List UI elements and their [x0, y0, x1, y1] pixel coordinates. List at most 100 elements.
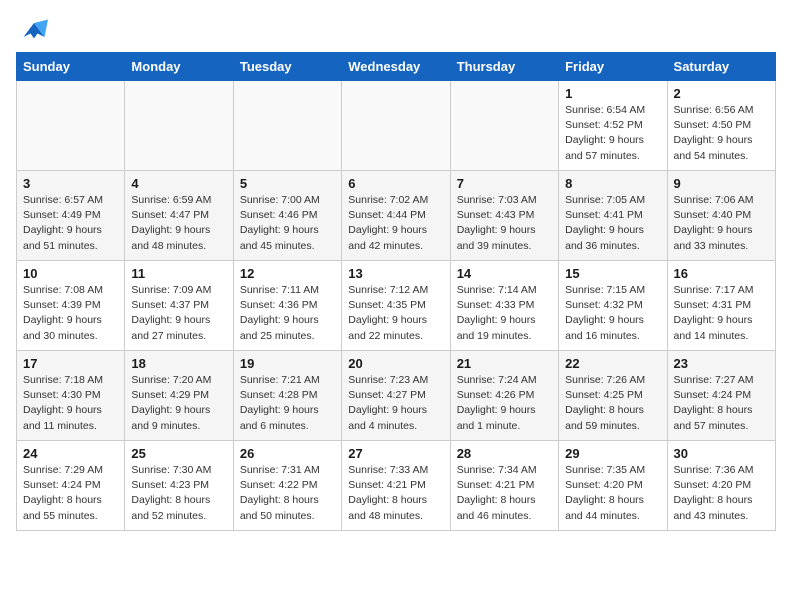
day-info: Sunrise: 6:56 AM Sunset: 4:50 PM Dayligh… [674, 103, 769, 164]
day-info: Sunrise: 7:30 AM Sunset: 4:23 PM Dayligh… [131, 463, 226, 524]
day-info: Sunrise: 7:24 AM Sunset: 4:26 PM Dayligh… [457, 373, 552, 434]
day-info: Sunrise: 7:06 AM Sunset: 4:40 PM Dayligh… [674, 193, 769, 254]
day-info: Sunrise: 7:35 AM Sunset: 4:20 PM Dayligh… [565, 463, 660, 524]
day-number: 3 [23, 176, 118, 191]
day-info: Sunrise: 7:02 AM Sunset: 4:44 PM Dayligh… [348, 193, 443, 254]
day-info: Sunrise: 7:27 AM Sunset: 4:24 PM Dayligh… [674, 373, 769, 434]
day-number: 12 [240, 266, 335, 281]
day-cell: 22Sunrise: 7:26 AM Sunset: 4:25 PM Dayli… [559, 351, 667, 441]
day-number: 15 [565, 266, 660, 281]
day-info: Sunrise: 7:29 AM Sunset: 4:24 PM Dayligh… [23, 463, 118, 524]
calendar-table: SundayMondayTuesdayWednesdayThursdayFrid… [16, 52, 776, 531]
day-number: 11 [131, 266, 226, 281]
day-cell [125, 81, 233, 171]
day-info: Sunrise: 7:09 AM Sunset: 4:37 PM Dayligh… [131, 283, 226, 344]
day-cell: 18 Sunrise: 7:20 AM Sunset: 4:29 PM Dayli… [125, 351, 233, 441]
day-info: Sunrise: 7:31 AM Sunset: 4:22 PM Dayligh… [240, 463, 335, 524]
day-number: 13 [348, 266, 443, 281]
col-header-saturday: Saturday [667, 53, 775, 81]
day-number: 2 [674, 86, 769, 101]
day-number: 21 [457, 356, 552, 371]
day-number: 1 [565, 86, 660, 101]
header-row: SundayMondayTuesdayWednesdayThursdayFrid… [17, 53, 776, 81]
day-info: Sunrise: 7:00 AM Sunset: 4:46 PM Dayligh… [240, 193, 335, 254]
col-header-friday: Friday [559, 53, 667, 81]
day-number: 18 [131, 356, 226, 371]
day-cell [342, 81, 450, 171]
week-row-2: 3 Sunrise: 6:57 AM Sunset: 4:49 PM Daylig… [17, 171, 776, 261]
day-number: 10 [23, 266, 118, 281]
col-header-sunday: Sunday [17, 53, 125, 81]
day-info: Sunrise: 7:17 AM Sunset: 4:31 PM Dayligh… [674, 283, 769, 344]
day-info: Sunrise: 7:08 AM Sunset: 4:39 PM Dayligh… [23, 283, 118, 344]
day-cell: 29Sunrise: 7:35 AM Sunset: 4:20 PM Dayli… [559, 441, 667, 531]
logo-icon [16, 16, 52, 44]
day-info: Sunrise: 7:11 AM Sunset: 4:36 PM Dayligh… [240, 283, 335, 344]
day-info: Sunrise: 7:12 AM Sunset: 4:35 PM Dayligh… [348, 283, 443, 344]
day-info: Sunrise: 7:33 AM Sunset: 4:21 PM Dayligh… [348, 463, 443, 524]
day-cell: 21 Sunrise: 7:24 AM Sunset: 4:26 PM Dayli… [450, 351, 558, 441]
day-info: Sunrise: 7:05 AM Sunset: 4:41 PM Dayligh… [565, 193, 660, 254]
day-info: Sunrise: 7:18 AM Sunset: 4:30 PM Dayligh… [23, 373, 118, 434]
day-number: 5 [240, 176, 335, 191]
day-cell: 17 Sunrise: 7:18 AM Sunset: 4:30 PM Dayli… [17, 351, 125, 441]
col-header-wednesday: Wednesday [342, 53, 450, 81]
day-number: 24 [23, 446, 118, 461]
day-number: 27 [348, 446, 443, 461]
day-number: 4 [131, 176, 226, 191]
day-cell: 3 Sunrise: 6:57 AM Sunset: 4:49 PM Daylig… [17, 171, 125, 261]
day-number: 8 [565, 176, 660, 191]
day-cell [233, 81, 341, 171]
col-header-monday: Monday [125, 53, 233, 81]
day-number: 16 [674, 266, 769, 281]
day-cell: 25 Sunrise: 7:30 AM Sunset: 4:23 PM Dayli… [125, 441, 233, 531]
day-cell: 15 Sunrise: 7:15 AM Sunset: 4:32 PM Dayli… [559, 261, 667, 351]
day-info: Sunrise: 7:14 AM Sunset: 4:33 PM Dayligh… [457, 283, 552, 344]
day-cell [450, 81, 558, 171]
day-cell: 26 Sunrise: 7:31 AM Sunset: 4:22 PM Dayli… [233, 441, 341, 531]
day-cell: 13 Sunrise: 7:12 AM Sunset: 4:35 PM Dayli… [342, 261, 450, 351]
day-cell: 6 Sunrise: 7:02 AM Sunset: 4:44 PM Daylig… [342, 171, 450, 261]
day-cell: 16 Sunrise: 7:17 AM Sunset: 4:31 PM Dayli… [667, 261, 775, 351]
day-cell: 24 Sunrise: 7:29 AM Sunset: 4:24 PM Dayli… [17, 441, 125, 531]
logo [16, 16, 56, 44]
day-info: Sunrise: 6:54 AM Sunset: 4:52 PM Dayligh… [565, 103, 660, 164]
day-info: Sunrise: 6:59 AM Sunset: 4:47 PM Dayligh… [131, 193, 226, 254]
week-row-5: 24 Sunrise: 7:29 AM Sunset: 4:24 PM Dayli… [17, 441, 776, 531]
week-row-4: 17 Sunrise: 7:18 AM Sunset: 4:30 PM Dayli… [17, 351, 776, 441]
day-number: 6 [348, 176, 443, 191]
day-cell [17, 81, 125, 171]
day-info: Sunrise: 7:34 AM Sunset: 4:21 PM Dayligh… [457, 463, 552, 524]
day-number: 20 [348, 356, 443, 371]
day-cell: 10 Sunrise: 7:08 AM Sunset: 4:39 PM Dayli… [17, 261, 125, 351]
day-number: 26 [240, 446, 335, 461]
day-cell: 5 Sunrise: 7:00 AM Sunset: 4:46 PM Daylig… [233, 171, 341, 261]
day-info: Sunrise: 7:23 AM Sunset: 4:27 PM Dayligh… [348, 373, 443, 434]
day-cell: 12 Sunrise: 7:11 AM Sunset: 4:36 PM Dayli… [233, 261, 341, 351]
day-number: 19 [240, 356, 335, 371]
day-info: Sunrise: 7:26 AM Sunset: 4:25 PM Dayligh… [565, 373, 660, 434]
day-info: Sunrise: 7:15 AM Sunset: 4:32 PM Dayligh… [565, 283, 660, 344]
day-cell: 9Sunrise: 7:06 AM Sunset: 4:40 PM Daylig… [667, 171, 775, 261]
day-number: 14 [457, 266, 552, 281]
day-cell: 19 Sunrise: 7:21 AM Sunset: 4:28 PM Dayli… [233, 351, 341, 441]
day-number: 17 [23, 356, 118, 371]
col-header-tuesday: Tuesday [233, 53, 341, 81]
day-info: Sunrise: 7:21 AM Sunset: 4:28 PM Dayligh… [240, 373, 335, 434]
day-cell: 23 Sunrise: 7:27 AM Sunset: 4:24 PM Dayli… [667, 351, 775, 441]
day-cell: 27 Sunrise: 7:33 AM Sunset: 4:21 PM Dayli… [342, 441, 450, 531]
week-row-1: 1 Sunrise: 6:54 AM Sunset: 4:52 PM Daylig… [17, 81, 776, 171]
day-info: Sunrise: 6:57 AM Sunset: 4:49 PM Dayligh… [23, 193, 118, 254]
day-cell: 11 Sunrise: 7:09 AM Sunset: 4:37 PM Dayli… [125, 261, 233, 351]
day-info: Sunrise: 7:36 AM Sunset: 4:20 PM Dayligh… [674, 463, 769, 524]
week-row-3: 10 Sunrise: 7:08 AM Sunset: 4:39 PM Dayli… [17, 261, 776, 351]
day-cell: 2 Sunrise: 6:56 AM Sunset: 4:50 PM Daylig… [667, 81, 775, 171]
day-number: 23 [674, 356, 769, 371]
day-info: Sunrise: 7:20 AM Sunset: 4:29 PM Dayligh… [131, 373, 226, 434]
day-number: 30 [674, 446, 769, 461]
day-number: 25 [131, 446, 226, 461]
day-cell: 7Sunrise: 7:03 AM Sunset: 4:43 PM Daylig… [450, 171, 558, 261]
day-number: 28 [457, 446, 552, 461]
day-cell: 4 Sunrise: 6:59 AM Sunset: 4:47 PM Daylig… [125, 171, 233, 261]
day-cell: 1 Sunrise: 6:54 AM Sunset: 4:52 PM Daylig… [559, 81, 667, 171]
